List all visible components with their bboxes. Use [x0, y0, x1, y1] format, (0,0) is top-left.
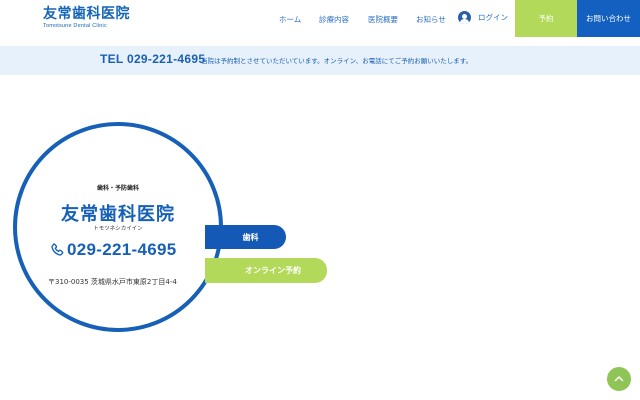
site-header: 友常歯科医院 Tomotsune Dental Clinic ホーム 診療内容 …: [0, 0, 640, 38]
info-bar-text: 当院は予約制とさせていただいています。オンライン、お電話にてご予約お願いいたしま…: [201, 57, 473, 65]
nav-services[interactable]: 診療内容: [319, 14, 349, 25]
user-icon: [458, 11, 471, 24]
nav-home[interactable]: ホーム: [279, 14, 301, 25]
site-logo[interactable]: 友常歯科医院 Tomotsune Dental Clinic: [43, 6, 130, 29]
contact-button[interactable]: お問い合わせ: [577, 0, 640, 37]
back-to-top-button[interactable]: [607, 367, 631, 391]
dental-button[interactable]: 歯科: [205, 225, 286, 249]
clinic-address: 〒310-0035 茨城県水戸市東原2丁目4-4: [48, 278, 177, 286]
online-reservation-button[interactable]: オンライン予約: [205, 258, 327, 283]
reserve-button[interactable]: 予約: [515, 0, 577, 37]
chevron-up-icon: [614, 376, 624, 382]
login-label: ログイン: [478, 13, 508, 22]
clinic-kana: トモツネシカイイン: [93, 226, 143, 232]
nav-about[interactable]: 医院概要: [368, 14, 398, 25]
clinic-name: 友常歯科医院: [61, 204, 175, 225]
clinic-phone-number: 029-221-4695: [67, 240, 177, 259]
clinic-category: 歯科・予防歯科: [96, 185, 139, 192]
nav-news[interactable]: お知らせ: [416, 14, 446, 25]
login-link[interactable]: ログイン: [458, 11, 508, 24]
info-bar-tel[interactable]: TEL 029-221-4695: [100, 52, 205, 66]
clinic-phone[interactable]: 029-221-4695: [49, 240, 176, 260]
logo-subtitle: Tomotsune Dental Clinic: [43, 23, 107, 29]
info-bar: TEL 029-221-4695 当院は予約制とさせていただいています。オンライ…: [0, 46, 640, 75]
clinic-info-circle: 歯科・予防歯科 友常歯科医院 トモツネシカイイン 029-221-4695 〒3…: [13, 122, 223, 332]
logo-title: 友常歯科医院: [43, 6, 130, 22]
phone-icon: [51, 243, 64, 256]
